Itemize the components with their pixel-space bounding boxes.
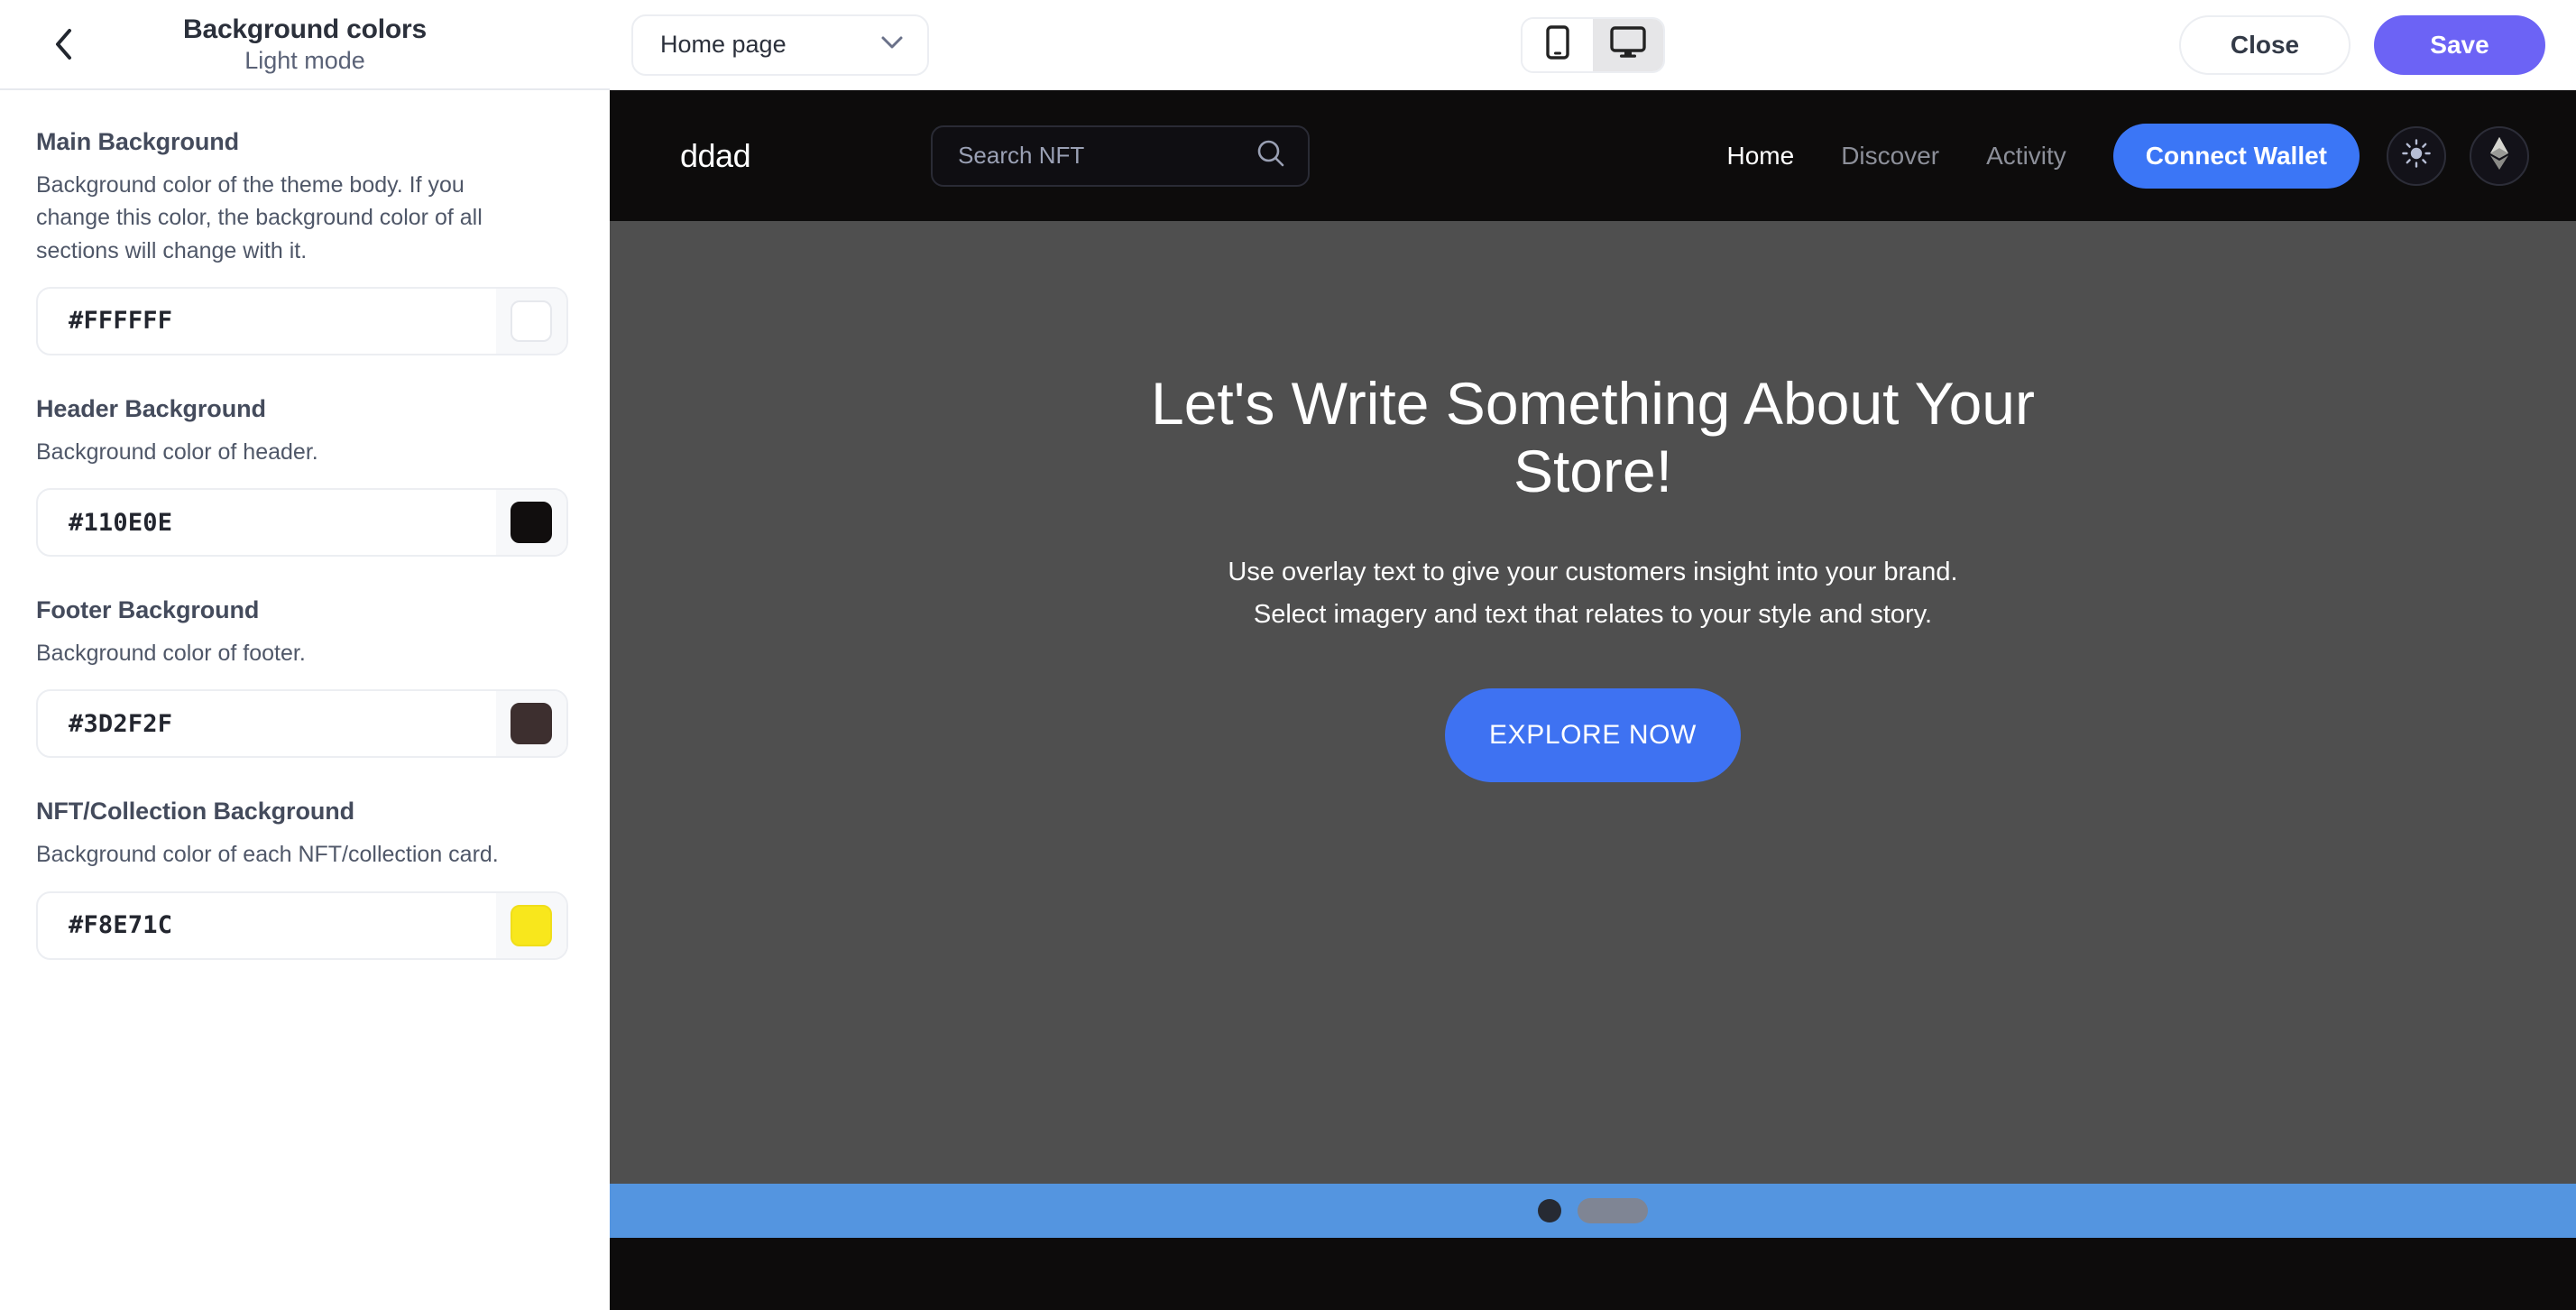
setting-footer-background: Footer Background Background color of fo… (36, 596, 574, 759)
light-mode-toggle[interactable] (2387, 125, 2446, 186)
color-swatch (511, 904, 552, 946)
search-placeholder: Search NFT (958, 142, 1085, 169)
settings-sidebar: Background colors Light mode Main Backgr… (0, 0, 610, 1310)
page-subtitle: Light mode (244, 46, 365, 74)
search-input[interactable]: Search NFT (931, 125, 1311, 187)
search-icon[interactable] (1256, 138, 1286, 173)
hero-subtitle-line-1: Use overlay text to give your customers … (1228, 558, 1958, 587)
store-nav: Home Discover Activity Connect Wallet (1726, 123, 2529, 189)
hero-section: Let's Write Something About Your Store! … (610, 221, 2576, 1238)
sun-icon (2400, 137, 2433, 174)
setting-main-background: Main Background Background color of the … (36, 128, 574, 355)
hero-subtitle: Use overlay text to give your customers … (1228, 551, 1957, 636)
carousel-active-bar[interactable] (1578, 1198, 1648, 1223)
color-field[interactable]: #F8E71C (36, 890, 568, 960)
store-header: ddad Search NFT Home Discover Activity C… (610, 90, 2576, 221)
preview-pane: Home page Close Save ddad Search NFT Hom… (610, 0, 2576, 1310)
setting-label: Footer Background (36, 596, 260, 623)
currency-button[interactable] (2470, 125, 2529, 186)
page-title: Background colors (183, 14, 427, 44)
setting-nft-collection-background: NFT/Collection Background Background col… (36, 798, 574, 960)
connect-wallet-button[interactable]: Connect Wallet (2112, 123, 2360, 189)
editor-toolbar: Home page Close Save (610, 0, 2576, 90)
setting-description: Background color of each NFT/collection … (36, 842, 499, 868)
color-hex-input[interactable]: #3D2F2F (38, 691, 496, 756)
sidebar-header: Background colors Light mode (0, 0, 610, 90)
hero-subtitle-line-2: Select imagery and text that relates to … (1253, 600, 1933, 630)
color-hex-input[interactable]: #110E0E (38, 490, 496, 555)
sidebar-title-block: Background colors Light mode (0, 14, 610, 74)
customizer-screen: Background colors Light mode Main Backgr… (0, 0, 2576, 1310)
setting-label: Main Background (36, 128, 240, 155)
setting-label: NFT/Collection Background (36, 798, 355, 826)
close-button[interactable]: Close (2179, 14, 2351, 75)
setting-description: Background color of header. (36, 438, 318, 465)
explore-now-button[interactable]: EXPLORE NOW (1445, 688, 1741, 783)
nav-item-activity[interactable]: Activity (1986, 142, 2066, 171)
store-logo: ddad (680, 136, 751, 174)
settings-list: Main Background Background color of the … (0, 90, 610, 960)
nav-item-discover[interactable]: Discover (1841, 142, 1939, 171)
device-toggle (1521, 16, 1665, 73)
page-selector[interactable]: Home page (631, 14, 929, 76)
color-swatch (511, 502, 552, 543)
color-hex-input[interactable]: #FFFFFF (38, 289, 496, 354)
color-field[interactable]: #FFFFFF (36, 286, 568, 355)
color-swatch-button[interactable] (496, 288, 566, 354)
color-field[interactable]: #3D2F2F (36, 689, 568, 759)
store-preview: ddad Search NFT Home Discover Activity C… (610, 90, 2576, 1310)
setting-description: Background color of footer. (36, 641, 306, 666)
save-button[interactable]: Save (2374, 14, 2545, 75)
hero-title: Let's Write Something About Your Store! (1150, 370, 2035, 504)
carousel-dot[interactable] (1538, 1199, 1561, 1222)
color-swatch (511, 300, 552, 342)
carousel-indicators (610, 1184, 2576, 1238)
ethereum-icon (2487, 135, 2512, 176)
color-swatch (511, 703, 552, 745)
setting-header-background: Header Background Background color of he… (36, 395, 574, 557)
color-hex-input[interactable]: #F8E71C (38, 893, 496, 958)
back-button[interactable] (43, 24, 83, 64)
nav-item-home[interactable]: Home (1726, 142, 1794, 171)
toolbar-actions: Close Save (2179, 14, 2545, 75)
setting-label: Header Background (36, 394, 266, 422)
color-swatch-button[interactable] (496, 892, 566, 958)
chevron-left-icon (53, 28, 73, 60)
color-swatch-button[interactable] (496, 691, 566, 757)
desktop-icon (1610, 26, 1646, 63)
mobile-icon (1546, 25, 1569, 64)
chevron-down-icon (880, 35, 904, 54)
device-toggle-mobile[interactable] (1523, 18, 1593, 71)
color-swatch-button[interactable] (496, 490, 566, 555)
device-toggle-desktop[interactable] (1593, 18, 1663, 71)
page-selector-value: Home page (660, 31, 787, 58)
color-field[interactable]: #110E0E (36, 488, 568, 557)
setting-description: Background color of the theme body. If y… (36, 172, 483, 263)
